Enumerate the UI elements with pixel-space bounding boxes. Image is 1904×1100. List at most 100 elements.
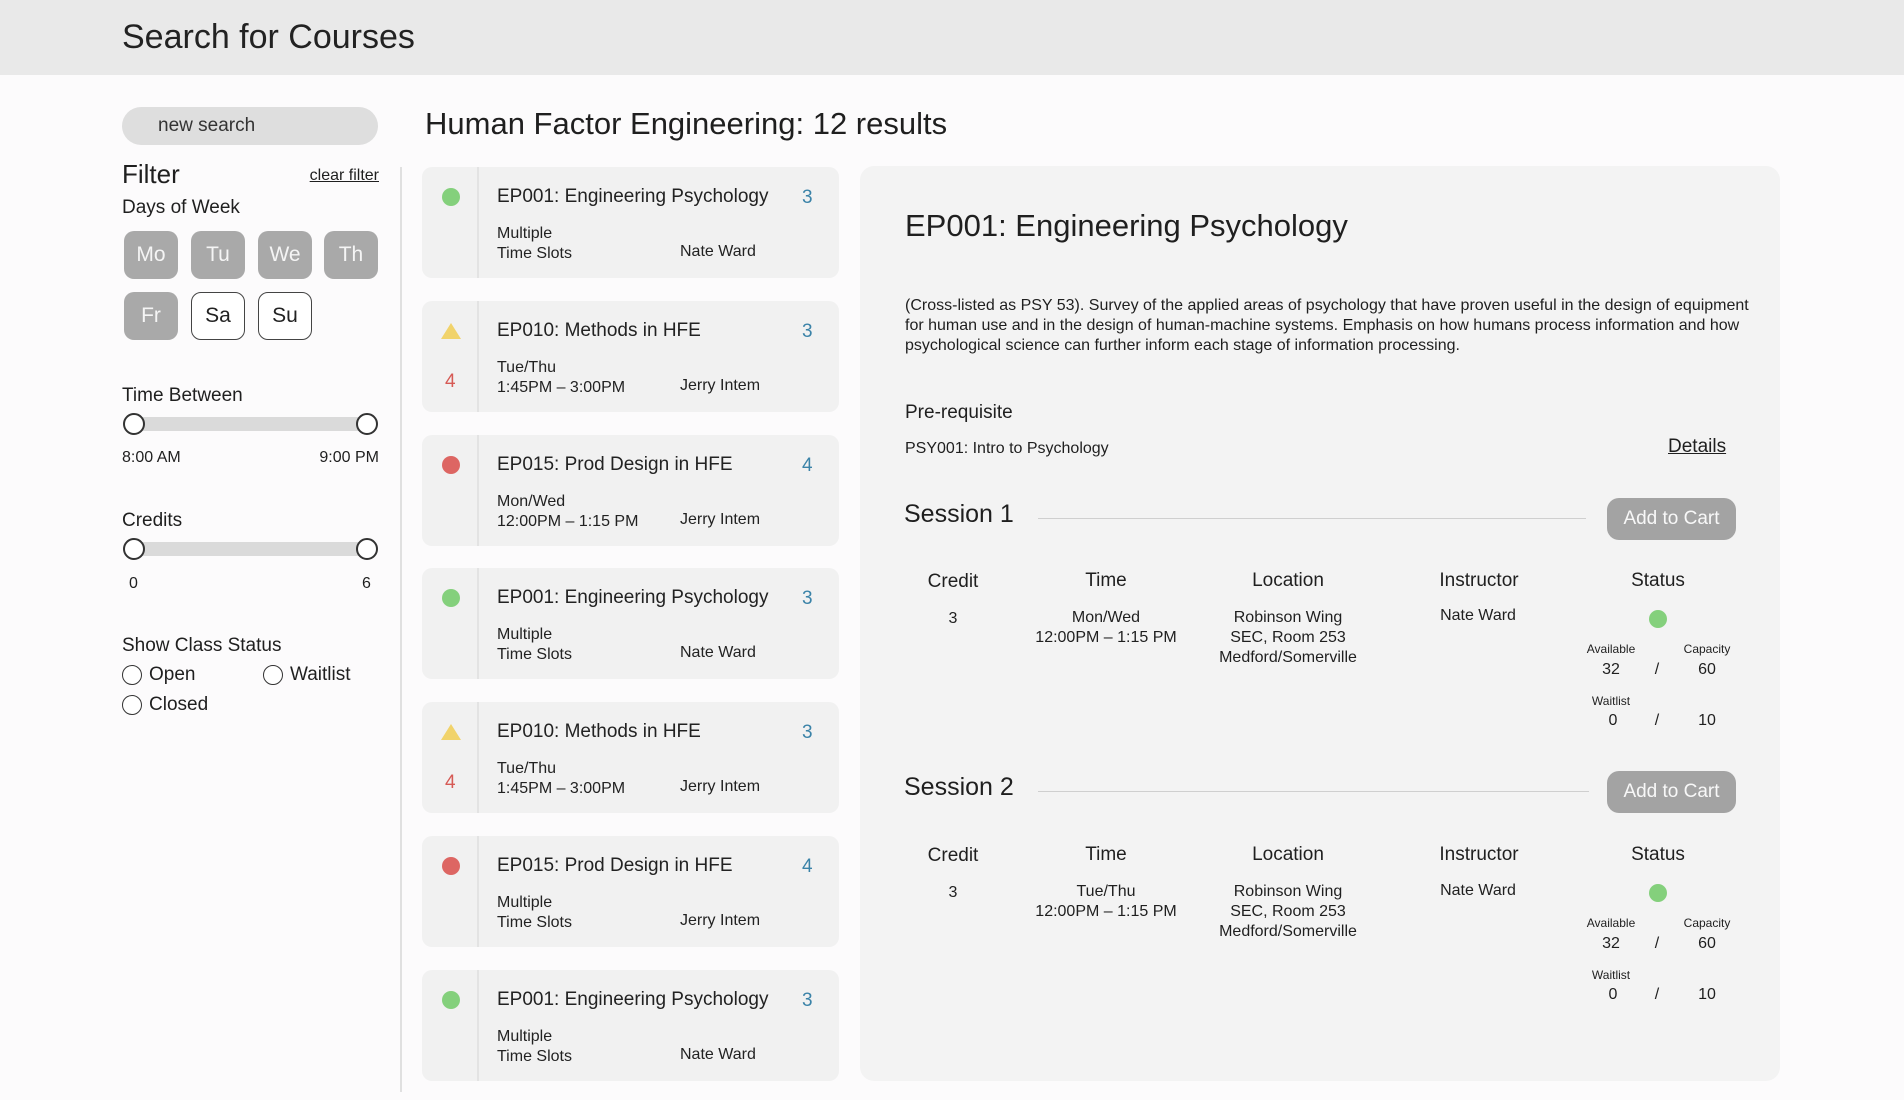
session-instructor: Nate Ward	[1440, 882, 1516, 899]
course-credits: 3	[802, 588, 813, 609]
course-instructor: Jerry Intem	[680, 912, 761, 929]
open-status-icon	[442, 991, 460, 1009]
day-toggle-fr[interactable]: Fr	[124, 292, 178, 340]
location-line: Robinson Wing	[1233, 609, 1343, 626]
course-title: EP010: Methods in HFE	[497, 320, 701, 341]
credits-min-handle[interactable]	[123, 538, 145, 560]
card-divider	[477, 970, 479, 1081]
course-days: Tue/Thu	[497, 359, 556, 376]
col-status: Status	[1631, 570, 1685, 591]
card-divider	[477, 167, 479, 278]
waitlist-count: 0	[1608, 986, 1618, 1003]
course-credits: 4	[802, 856, 813, 877]
course-schedule: Tue/Thu 1:45PM – 3:00PM	[497, 358, 625, 398]
capacity-count: 60	[1698, 661, 1716, 678]
session-location: Robinson Wing SEC, Room 253 Medford/Somerv…	[1219, 882, 1357, 942]
course-time: Time Slots	[497, 914, 572, 931]
course-credits: 3	[802, 990, 813, 1011]
open-status-icon	[442, 589, 460, 607]
status-waitlist-radio[interactable]: Waitlist	[263, 664, 351, 686]
location-line: Medford/Somerville	[1219, 923, 1357, 940]
day-toggle-th[interactable]: Th	[324, 231, 378, 279]
col-location: Location	[1252, 570, 1324, 591]
course-card[interactable]: EP001: Engineering Psychology 3 Multiple…	[422, 167, 839, 278]
time-range-slider[interactable]	[134, 417, 368, 431]
course-instructor: Nate Ward	[680, 644, 756, 661]
day-toggle-sa[interactable]: Sa	[191, 292, 245, 340]
course-time: 12:00PM – 1:15 PM	[497, 513, 639, 530]
day-toggle-we[interactable]: We	[258, 231, 312, 279]
session-location: Robinson Wing SEC, Room 253 Medford/Somerv…	[1219, 608, 1357, 668]
course-days: Tue/Thu	[497, 760, 556, 777]
open-status-icon	[1649, 610, 1667, 628]
time-min-label: 8:00 AM	[122, 449, 181, 466]
course-instructor: Nate Ward	[680, 1046, 756, 1063]
card-divider	[477, 568, 479, 679]
course-title: EP001: Engineering Psychology	[497, 989, 769, 1010]
filter-heading: Filter	[122, 159, 180, 189]
status-closed-label: Closed	[149, 694, 209, 715]
col-status: Status	[1631, 844, 1685, 865]
session-time: Tue/Thu 12:00PM – 1:15 PM	[1035, 882, 1176, 922]
course-card[interactable]: EP001: Engineering Psychology 3 Multiple…	[422, 568, 839, 679]
time-max-handle[interactable]	[356, 413, 378, 435]
new-search-button[interactable]: new search	[122, 107, 378, 145]
prerequisite-heading: Pre-requisite	[905, 402, 1013, 423]
session-credit: 3	[948, 610, 958, 627]
status-closed-radio[interactable]: Closed	[122, 694, 208, 716]
add-to-cart-button[interactable]: Add to Cart	[1607, 771, 1736, 813]
open-status-icon	[1649, 884, 1667, 902]
course-days: Multiple	[497, 894, 553, 911]
clear-filter-link[interactable]: clear filter	[310, 167, 379, 185]
detail-title: EP001: Engineering Psychology	[905, 208, 1348, 243]
course-card[interactable]: EP001: Engineering Psychology 3 Multiple…	[422, 970, 839, 1081]
col-credit: Credit	[927, 571, 979, 592]
course-instructor: Jerry Intem	[680, 511, 761, 528]
session-divider	[1038, 791, 1589, 792]
time-min-handle[interactable]	[123, 413, 145, 435]
session-2-heading: Session 2	[904, 773, 1014, 801]
course-time: Time Slots	[497, 646, 572, 663]
course-title: EP015: Prod Design in HFE	[497, 855, 733, 876]
class-status-heading: Show Class Status	[122, 635, 282, 656]
location-line: SEC, Room 253	[1230, 629, 1346, 646]
status-open-label: Open	[149, 664, 196, 685]
course-schedule: Multiple Time Slots	[497, 1027, 572, 1067]
course-schedule: Tue/Thu 1:45PM – 3:00PM	[497, 759, 625, 799]
course-title: EP015: Prod Design in HFE	[497, 454, 733, 475]
page-title: Search for Courses	[122, 18, 415, 56]
credits-max-handle[interactable]	[356, 538, 378, 560]
available-label: Available	[1586, 642, 1636, 656]
available-count: 32	[1602, 935, 1620, 952]
course-days: Multiple	[497, 1028, 553, 1045]
course-credits: 3	[802, 187, 813, 208]
radio-circle-icon	[122, 695, 142, 715]
add-to-cart-button[interactable]: Add to Cart	[1607, 498, 1736, 540]
course-time: 1:45PM – 3:00PM	[497, 379, 626, 396]
course-card[interactable]: 4 EP010: Methods in HFE 3 Tue/Thu 1:45PM …	[422, 301, 839, 412]
slash: /	[1654, 661, 1660, 678]
location-line: SEC, Room 253	[1230, 903, 1346, 920]
session-1-heading: Session 1	[904, 500, 1014, 528]
course-card[interactable]: EP015: Prod Design in HFE 4 Mon/Wed 12:00…	[422, 435, 839, 546]
course-title: EP010: Methods in HFE	[497, 721, 701, 742]
waitlist-status-icon	[441, 724, 461, 740]
course-card[interactable]: 4 EP010: Methods in HFE 3 Tue/Thu 1:45PM …	[422, 702, 839, 813]
slash: /	[1654, 712, 1660, 729]
day-toggle-su[interactable]: Su	[258, 292, 312, 340]
card-divider	[477, 702, 479, 813]
status-open-radio[interactable]: Open	[122, 664, 195, 686]
course-schedule: Mon/Wed 12:00PM – 1:15 PM	[497, 492, 638, 532]
time-max-label: 9:00 PM	[319, 449, 379, 466]
course-detail-panel: EP001: Engineering Psychology (Cross-lis…	[860, 166, 1780, 1081]
sidebar-divider	[400, 167, 402, 1092]
closed-status-icon	[442, 456, 460, 474]
course-credits: 3	[802, 722, 813, 743]
details-link[interactable]: Details	[1668, 436, 1726, 458]
credits-max-label: 6	[362, 575, 371, 592]
day-toggle-tu[interactable]: Tu	[191, 231, 245, 279]
course-card[interactable]: EP015: Prod Design in HFE 4 Multiple Time…	[422, 836, 839, 947]
credits-range-slider[interactable]	[134, 542, 368, 556]
capacity-count: 60	[1698, 935, 1716, 952]
day-toggle-mo[interactable]: Mo	[124, 231, 178, 279]
